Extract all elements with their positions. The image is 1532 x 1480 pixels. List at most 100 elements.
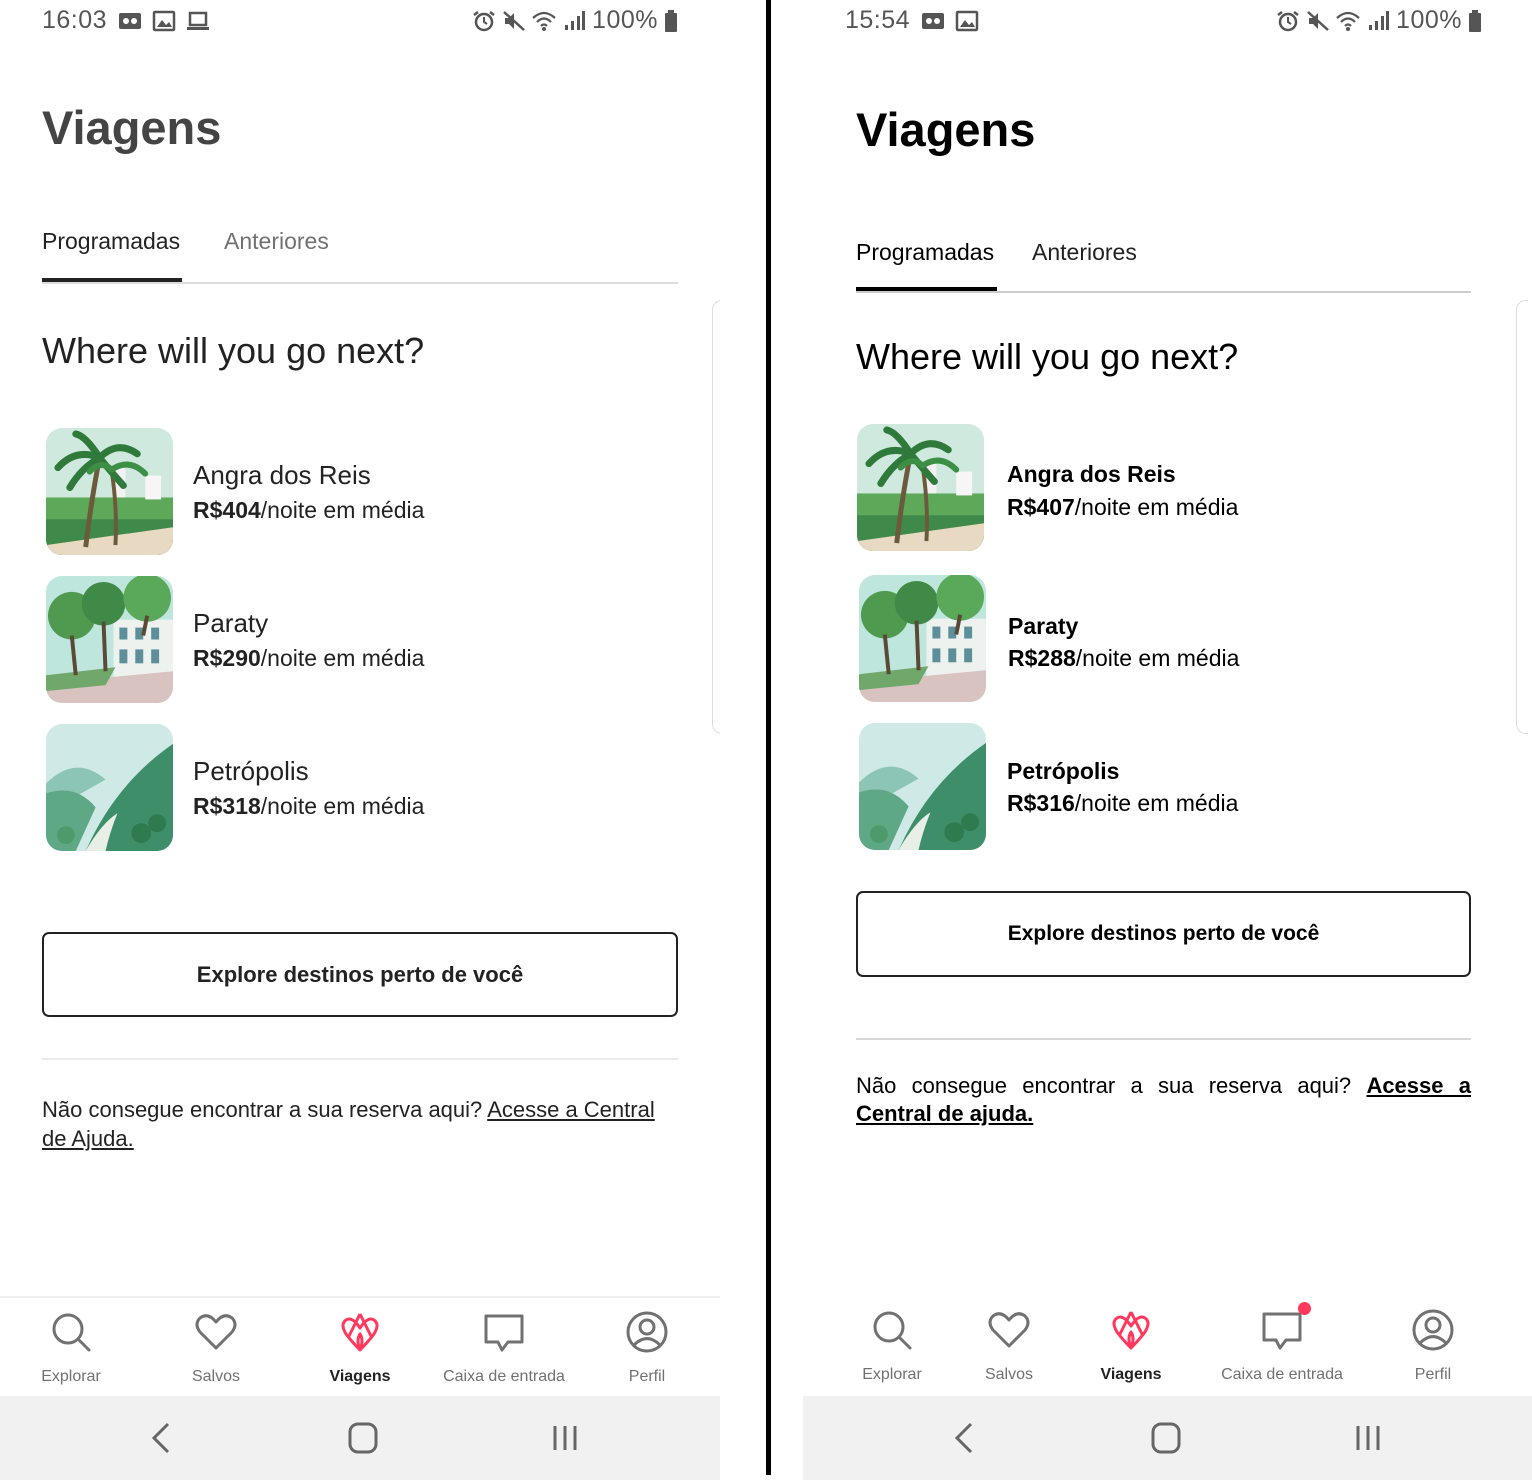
laptop-icon bbox=[187, 11, 209, 30]
destination-item[interactable]: Angra dos Reis R$407/noite em média bbox=[857, 424, 1457, 552]
message-icon bbox=[1262, 1312, 1302, 1350]
gallery-icon bbox=[955, 10, 979, 32]
nav-caixa-de-entrada[interactable]: Caixa de entrada bbox=[1202, 1302, 1362, 1384]
home-icon[interactable] bbox=[343, 1420, 383, 1456]
battery-percent: 100% bbox=[592, 6, 658, 34]
nav-label: Caixa de entrada bbox=[1221, 1366, 1343, 1383]
destination-price: R$290/noite em média bbox=[193, 645, 425, 671]
voicemail-icon bbox=[119, 13, 141, 29]
destination-name: Petrópolis bbox=[1007, 758, 1120, 784]
message-icon bbox=[484, 1314, 524, 1352]
tab-underline-rule bbox=[42, 282, 678, 284]
section-heading: Where will you go next? bbox=[856, 336, 1239, 377]
section-divider bbox=[42, 1058, 678, 1060]
bottom-navigation: Explorar Salvos Viagens Caixa de entrada… bbox=[0, 1296, 720, 1396]
destination-name: Paraty bbox=[1008, 613, 1079, 639]
back-icon[interactable] bbox=[142, 1420, 182, 1456]
destination-price: R$407/noite em média bbox=[1007, 494, 1239, 520]
gallery-icon bbox=[152, 10, 176, 32]
wifi-icon bbox=[1336, 11, 1360, 31]
system-navigation-bar bbox=[803, 1396, 1532, 1480]
nav-label: Viagens bbox=[329, 1368, 391, 1385]
mute-icon bbox=[1307, 10, 1329, 31]
tab-programadas[interactable]: Programadas bbox=[42, 228, 180, 255]
colonial-street-illustration bbox=[859, 575, 986, 702]
nav-explorar[interactable]: Explorar bbox=[0, 1310, 151, 1386]
search-icon bbox=[873, 1311, 912, 1350]
profile-icon bbox=[1412, 1309, 1454, 1351]
page-title: Viagens bbox=[856, 103, 1036, 156]
alarm-icon bbox=[1277, 10, 1299, 31]
destination-name: Paraty bbox=[193, 608, 269, 638]
heart-icon bbox=[195, 1314, 237, 1350]
destination-name: Petrópolis bbox=[193, 756, 309, 786]
destination-item[interactable]: Paraty R$288/noite em média bbox=[859, 575, 1459, 703]
nav-label: Viagens bbox=[1100, 1366, 1162, 1383]
nav-viagens[interactable]: Viagens bbox=[280, 1310, 440, 1386]
status-bar: 16:03 100% bbox=[0, 0, 720, 42]
home-icon[interactable] bbox=[1146, 1420, 1186, 1456]
nav-label: Perfil bbox=[1414, 1366, 1452, 1383]
page-title: Viagens bbox=[42, 101, 222, 154]
help-message: Não consegue encontrar a sua reserva aqu… bbox=[42, 1097, 655, 1151]
destination-item[interactable]: Petrópolis R$318/noite em média bbox=[46, 724, 646, 852]
tab-active-indicator bbox=[42, 278, 182, 282]
battery-percent: 100% bbox=[1396, 6, 1462, 34]
destination-price: R$316/noite em média bbox=[1007, 790, 1239, 816]
section-divider bbox=[856, 1038, 1471, 1040]
tab-active-indicator bbox=[856, 287, 997, 291]
side-panel-edge bbox=[712, 300, 720, 734]
destination-price: R$404/noite em média bbox=[193, 497, 425, 523]
tab-anteriores[interactable]: Anteriores bbox=[224, 228, 329, 255]
nav-label: Salvos bbox=[191, 1368, 241, 1385]
palm-trees-illustration bbox=[46, 428, 173, 555]
recent-apps-icon[interactable] bbox=[545, 1420, 585, 1456]
mute-icon bbox=[503, 10, 525, 31]
notification-dot bbox=[1298, 1302, 1311, 1315]
destination-name: Angra dos Reis bbox=[193, 460, 371, 490]
nav-caixa-de-entrada[interactable]: Caixa de entrada bbox=[424, 1310, 584, 1386]
palm-trees-illustration bbox=[857, 424, 984, 551]
wifi-icon bbox=[532, 11, 556, 31]
tab-programadas[interactable]: Programadas bbox=[856, 239, 994, 266]
battery-icon bbox=[665, 9, 677, 32]
status-bar: 15:54 100% bbox=[803, 0, 1532, 42]
destination-price: R$318/noite em média bbox=[193, 793, 425, 819]
right-screen: 15:54 100% Viagens Programadas Anteriore… bbox=[803, 0, 1532, 1480]
status-time: 16:03 bbox=[42, 6, 108, 34]
destination-name: Angra dos Reis bbox=[1007, 461, 1176, 487]
nav-salvos[interactable]: Salvos bbox=[136, 1310, 296, 1386]
profile-icon bbox=[626, 1311, 668, 1353]
system-navigation-bar bbox=[0, 1396, 720, 1480]
recent-apps-icon[interactable] bbox=[1348, 1420, 1388, 1456]
alarm-icon bbox=[473, 10, 495, 31]
signal-icon bbox=[1369, 10, 1390, 30]
destination-item[interactable]: Petrópolis R$316/noite em média bbox=[859, 723, 1459, 851]
nav-perfil[interactable]: Perfil bbox=[567, 1310, 720, 1386]
tab-anteriores[interactable]: Anteriores bbox=[1032, 239, 1137, 266]
left-screen: 16:03 100% Viagens Programadas Anteriore… bbox=[0, 0, 720, 1480]
nav-perfil[interactable]: Perfil bbox=[1353, 1308, 1513, 1384]
explore-nearby-button[interactable]: Explore destinos perto de você bbox=[42, 932, 678, 1017]
nav-label: Perfil bbox=[628, 1368, 666, 1385]
mountain-valley-illustration bbox=[46, 724, 173, 851]
search-icon bbox=[52, 1313, 91, 1352]
destination-item[interactable]: Angra dos Reis R$404/noite em média bbox=[46, 428, 646, 556]
nav-label: Caixa de entrada bbox=[443, 1368, 565, 1385]
mountain-valley-illustration bbox=[859, 723, 986, 850]
nav-viagens[interactable]: Viagens bbox=[1051, 1308, 1211, 1384]
destination-item[interactable]: Paraty R$290/noite em média bbox=[46, 576, 646, 704]
heart-icon bbox=[988, 1312, 1030, 1348]
section-heading: Where will you go next? bbox=[42, 330, 425, 371]
airbnb-logo-icon bbox=[1112, 1311, 1150, 1350]
back-icon[interactable] bbox=[945, 1420, 985, 1456]
explore-nearby-button[interactable]: Explore destinos perto de você bbox=[856, 891, 1471, 977]
side-panel-edge bbox=[1516, 300, 1528, 734]
bottom-navigation: Explorar Salvos Viagens Caixa de entrada… bbox=[803, 1296, 1532, 1396]
screenshot-divider bbox=[766, 0, 771, 1475]
nav-label: Explorar bbox=[41, 1368, 101, 1385]
airbnb-logo-icon bbox=[341, 1313, 379, 1352]
signal-icon bbox=[565, 10, 586, 30]
colonial-street-illustration bbox=[46, 576, 173, 703]
status-time: 15:54 bbox=[845, 6, 911, 34]
